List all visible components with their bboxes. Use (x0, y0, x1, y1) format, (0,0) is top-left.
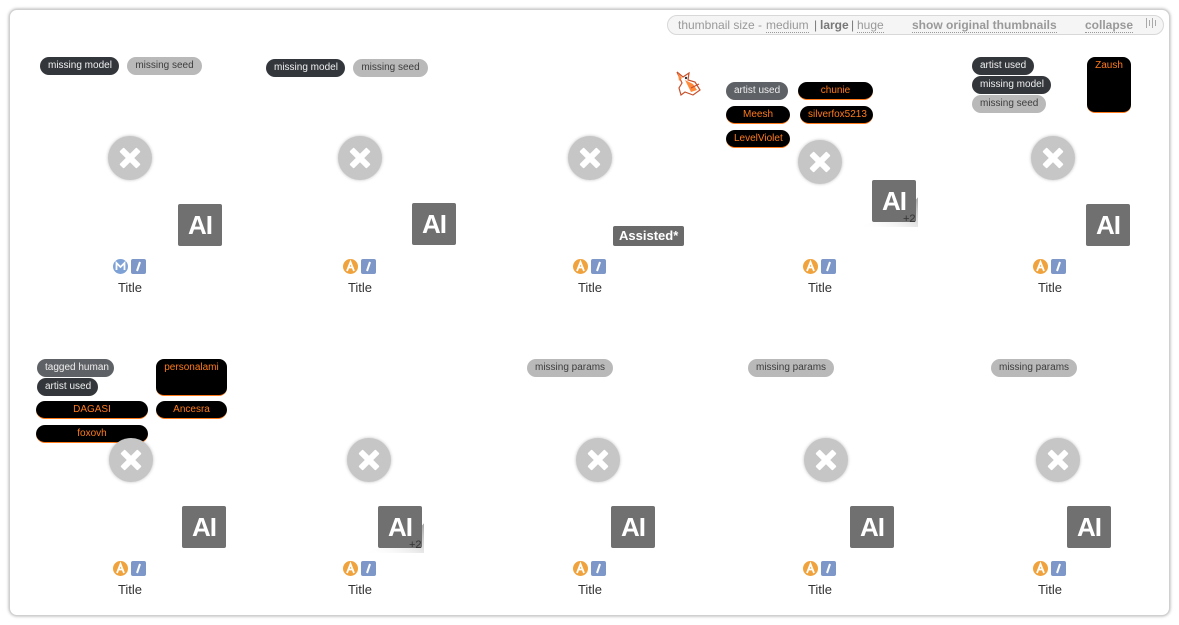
missing-seed-tag: missing seed (127, 57, 202, 75)
artist-badge-icon (803, 259, 818, 274)
badge-group (1033, 561, 1069, 577)
item-title[interactable]: Title (245, 582, 475, 597)
item-title[interactable]: Title (475, 280, 705, 295)
item-title[interactable]: Title (475, 582, 705, 597)
artist-tag[interactable]: Ancesra (156, 401, 227, 419)
artist-tag[interactable]: personalami (156, 359, 227, 396)
missing-model-tag: missing model (972, 76, 1051, 94)
artist-tag[interactable]: DAGASI (36, 401, 148, 419)
ai-badge: AI (1067, 506, 1111, 548)
item-title[interactable]: Title (935, 582, 1165, 597)
item-title[interactable]: Title (705, 280, 935, 295)
artist-used-tag: artist used (726, 82, 788, 100)
artist-badge-icon (1033, 259, 1048, 274)
assisted-badge: Assisted* (613, 226, 685, 246)
kofi-badge-icon (821, 561, 836, 576)
item-title[interactable]: Title (935, 280, 1165, 295)
ai-badge: AI (412, 203, 456, 245)
badge-group (803, 259, 839, 275)
kofi-badge-icon (131, 259, 146, 274)
thumbnail-toolbar: thumbnail size - medium | large | huge s… (667, 15, 1164, 35)
size-large-option[interactable]: large (820, 18, 849, 32)
ai-badge: AI (611, 506, 655, 548)
artist-badge-icon (343, 561, 358, 576)
artist-tag[interactable]: Meesh (726, 106, 790, 124)
missing-image-icon (109, 438, 153, 482)
missing-image-icon (804, 438, 848, 482)
badge-group (1033, 259, 1069, 275)
fox-sprite-icon (676, 71, 701, 97)
artist-badge-icon (573, 259, 588, 274)
item-title[interactable]: Title (705, 582, 935, 597)
kofi-badge-icon (361, 561, 376, 576)
artist-badge-icon (1033, 561, 1048, 576)
artist-badge-icon (113, 561, 128, 576)
resize-grip-icon[interactable] (1146, 18, 1156, 28)
artist-tag[interactable]: Zaush (1087, 57, 1131, 113)
kofi-badge-icon (1051, 259, 1066, 274)
badge-group (113, 561, 149, 577)
collapse-link[interactable]: collapse (1085, 18, 1134, 33)
missing-image-icon (798, 140, 842, 184)
missing-image-icon (1036, 438, 1080, 482)
artist-used-tag: artist used (972, 57, 1034, 75)
artist-tag[interactable]: silverfox5213 (800, 106, 873, 124)
artist-badge-icon (343, 259, 358, 274)
show-original-thumbnails-link[interactable]: show original thumbnails (912, 18, 1057, 33)
missing-params-tag: missing params (991, 359, 1077, 377)
missing-image-icon (1031, 136, 1075, 180)
badge-group (573, 561, 609, 577)
more-count: +2 (903, 213, 916, 225)
model-badge-icon (113, 259, 128, 274)
item-title[interactable]: Title (15, 280, 245, 295)
item-title[interactable]: Title (245, 280, 475, 295)
badge-group (573, 259, 609, 275)
artist-badge-icon (573, 561, 588, 576)
badge-group (343, 259, 379, 275)
size-huge-option[interactable]: huge (857, 18, 884, 33)
artist-tag[interactable]: chunie (798, 82, 873, 100)
kofi-badge-icon (591, 561, 606, 576)
missing-image-icon (338, 136, 382, 180)
missing-image-icon (347, 438, 391, 482)
missing-image-icon (568, 136, 612, 180)
tagged-human-tag: tagged human (37, 359, 114, 377)
missing-seed-tag: missing seed (353, 59, 428, 77)
kofi-badge-icon (1051, 561, 1066, 576)
artist-tag[interactable]: LevelViolet (726, 130, 790, 148)
kofi-badge-icon (131, 561, 146, 576)
missing-image-icon (108, 136, 152, 180)
missing-model-tag: missing model (40, 57, 119, 75)
badge-group (113, 259, 149, 275)
size-medium-option[interactable]: medium (766, 18, 809, 33)
size-separator: | (814, 18, 818, 32)
ai-badge: AI (850, 506, 894, 548)
more-count: +2 (409, 539, 422, 551)
missing-image-icon (576, 438, 620, 482)
ai-badge: AI (182, 506, 226, 548)
kofi-badge-icon (361, 259, 376, 274)
item-title[interactable]: Title (15, 582, 245, 597)
kofi-badge-icon (591, 259, 606, 274)
ai-badge: AI (1086, 204, 1130, 246)
ai-badge: AI (178, 204, 222, 246)
thumbnail-size-label: thumbnail size - (678, 18, 763, 32)
missing-params-tag: missing params (748, 359, 834, 377)
missing-model-tag: missing model (266, 59, 345, 77)
artist-used-tag: artist used (37, 378, 98, 396)
missing-seed-tag: missing seed (972, 95, 1046, 113)
size-separator: | (851, 18, 855, 32)
badge-group (803, 561, 839, 577)
artist-badge-icon (803, 561, 818, 576)
kofi-badge-icon (821, 259, 836, 274)
badge-group (343, 561, 379, 577)
missing-params-tag: missing params (527, 359, 613, 377)
